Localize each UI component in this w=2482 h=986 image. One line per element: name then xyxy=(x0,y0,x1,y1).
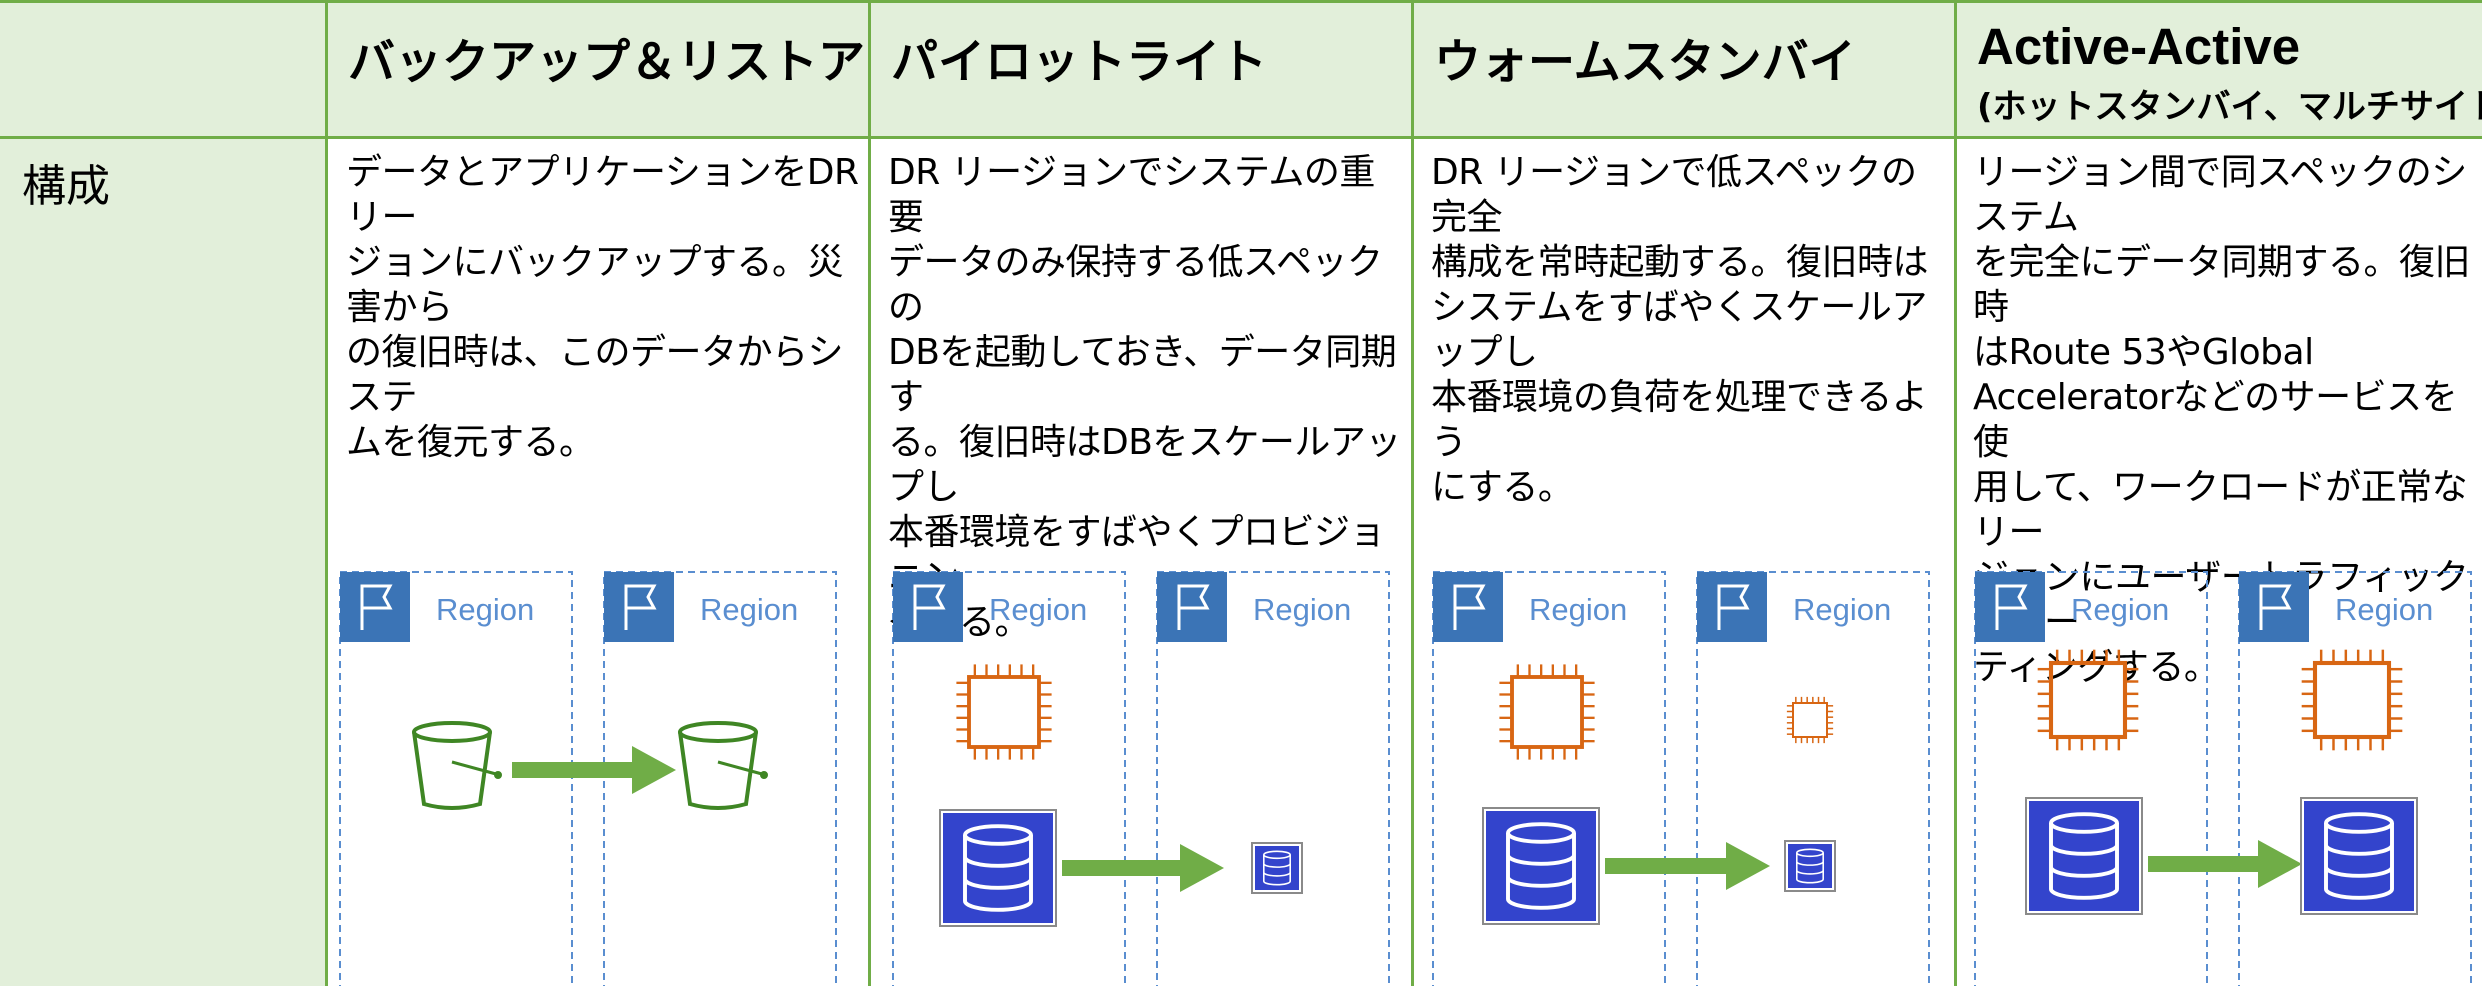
region-label: Region xyxy=(989,592,1087,627)
flag-icon xyxy=(1695,570,1769,644)
flag-icon xyxy=(1431,570,1505,644)
flag-icon xyxy=(602,570,676,644)
database-icon xyxy=(2300,797,2418,915)
database-icon xyxy=(1482,807,1600,925)
flag-icon xyxy=(1973,570,2047,644)
region-label: Region xyxy=(1253,592,1351,627)
region-label: Region xyxy=(1793,592,1891,627)
region-label: Region xyxy=(2335,592,2433,627)
flag-icon xyxy=(2237,570,2311,644)
ec2-chip-icon xyxy=(2301,649,2403,751)
ec2-chip-icon xyxy=(1499,664,1595,760)
ec2-chip-icon xyxy=(1786,696,1834,744)
database-icon xyxy=(1251,842,1303,894)
s3-bucket-icon xyxy=(412,721,503,810)
database-icon xyxy=(2025,797,2143,915)
region-label: Region xyxy=(436,592,534,627)
replication-arrow xyxy=(1062,844,1224,892)
s3-bucket-icon xyxy=(678,721,769,810)
dr-strategy-table: バックアップ＆リストア パイロットライト ウォームスタンバイ Active-Ac… xyxy=(0,0,2482,986)
region-label: Region xyxy=(2071,592,2169,627)
flag-icon xyxy=(1155,570,1229,644)
flag-icon xyxy=(891,570,965,644)
database-icon xyxy=(939,809,1057,927)
flag-icon xyxy=(338,570,412,644)
ec2-chip-icon xyxy=(956,664,1052,760)
replication-arrow xyxy=(512,746,676,794)
database-icon xyxy=(1784,840,1836,892)
replication-arrow xyxy=(1605,842,1770,890)
region-label: Region xyxy=(700,592,798,627)
ec2-chip-icon xyxy=(2037,649,2139,751)
replication-arrow xyxy=(2148,840,2302,888)
region-label: Region xyxy=(1529,592,1627,627)
architecture-diagrams: Region Region Region Region Region Region Regi… xyxy=(338,570,2472,986)
